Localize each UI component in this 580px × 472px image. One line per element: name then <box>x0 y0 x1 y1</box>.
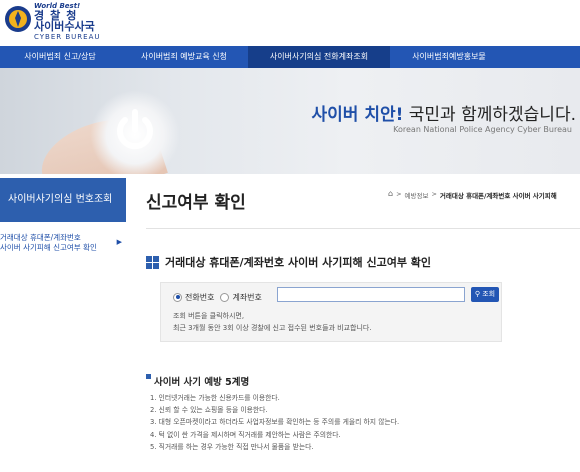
title-divider <box>146 228 580 229</box>
radio-account[interactable]: 계좌번호 <box>220 292 262 303</box>
radio-account-label: 계좌번호 <box>232 292 262 302</box>
cyber-bureau-logo[interactable]: World Best! 경찰청 사이버수사국 CYBER BUREAU <box>4 2 114 44</box>
banner-title-highlight: 사이버 치안! <box>311 105 404 125</box>
banner-title-rest: 국민과 함께하겠습니다. <box>403 105 576 125</box>
search-icon: ⚲ <box>474 290 480 298</box>
arrow-right-icon: ▶ <box>116 238 122 246</box>
breadcrumb-separator: > <box>396 190 402 198</box>
section-title-text: 거래대상 휴대폰/계좌번호 사이버 사기피해 신고여부 확인 <box>165 256 432 269</box>
tips-title-text: 사이버 사기 예방 5계명 <box>154 377 250 388</box>
sidebar-item-line2: 사이버 사기피해 신고여부 확인 <box>0 243 97 252</box>
list-item: 4. 턱 없이 싼 가격을 제시하며 직거래를 제안하는 사람은 주의한다. <box>150 430 341 439</box>
number-input[interactable] <box>277 287 465 302</box>
lookup-button-label: 조회 <box>482 290 496 298</box>
sidebar-item-label: 거래대상 휴대폰/계좌번호 사이버 사기피해 신고여부 확인 <box>0 233 112 253</box>
lookup-note-line2: 최근 3개월 동안 3회 이상 경찰에 신고 접수된 번호들과 비교합니다. <box>173 324 372 332</box>
lookup-button[interactable]: ⚲ 조회 <box>471 287 499 302</box>
nav-item-education[interactable]: 사이버범죄 예방교육 신청 <box>120 46 248 68</box>
logo-sub-text: 사이버수사국 <box>34 20 95 33</box>
power-icon <box>117 109 153 150</box>
sidebar-heading: 사이버사기의심 번호조회 <box>0 178 126 222</box>
lookup-note: 조회 버튼을 클릭하시면, 최근 3개월 동안 3회 이상 경찰에 신고 접수된… <box>173 310 372 334</box>
home-icon[interactable]: ⌂ <box>388 190 393 200</box>
radio-phone[interactable]: 전화번호 <box>173 292 214 303</box>
breadcrumb: ⌂ > 예방정보 > 거래대상 휴대폰/계좌번호 사이버 사기피해 <box>388 190 580 200</box>
list-item: 5. 직거래를 하는 경우 가능한 직접 만나서 물품을 받는다. <box>150 442 314 451</box>
list-item: 3. 대형 오픈마켓이라고 하더라도 사업자정보를 확인하는 등 주의를 게을리… <box>150 418 400 427</box>
breadcrumb-current: 거래대상 휴대폰/계좌번호 사이버 사기피해 <box>439 192 557 200</box>
search-type-options: 전화번호 계좌번호 <box>161 289 262 305</box>
tips-list: 1. 인터넷거래는 가능한 신용카드를 이용한다. 2. 신뢰 할 수 있는 쇼… <box>150 392 399 453</box>
police-emblem-icon <box>5 6 31 32</box>
tips-title: 사이버 사기 예방 5계명 <box>146 374 249 388</box>
banner-title: 사이버 치안! 국민과 함께하겠습니다. <box>312 100 577 125</box>
nav-item-promo[interactable]: 사이버범죄예방홍보물 <box>390 46 508 68</box>
breadcrumb-separator: > <box>431 190 437 198</box>
section-title: 거래대상 휴대폰/계좌번호 사이버 사기피해 신고여부 확인 <box>146 254 431 270</box>
nav-item-report[interactable]: 사이버범죄 신고/상담 <box>0 46 120 68</box>
nav-item-fraud-lookup[interactable]: 사이버사기의심 전화계좌조회 <box>248 46 390 68</box>
main-nav: 사이버범죄 신고/상담 사이버범죄 예방교육 신청 사이버사기의심 전화계좌조회… <box>0 46 580 68</box>
list-item: 2. 신뢰 할 수 있는 쇼핑몰 등을 이용한다. <box>150 406 268 415</box>
radio-unchecked-icon[interactable] <box>220 292 230 302</box>
radio-phone-label: 전화번호 <box>185 292 215 302</box>
radio-checked-icon[interactable] <box>173 292 182 302</box>
banner-subtitle: Korean National Police Agency Cyber Bure… <box>393 125 572 134</box>
lookup-form: 전화번호 계좌번호 ⚲ 조회 조회 버튼을 클릭하시면, 최근 3개월 동안 3… <box>160 282 502 342</box>
lookup-note-line1: 조회 버튼을 클릭하시면, <box>173 312 245 320</box>
list-item: 1. 인터넷거래는 가능한 신용카드를 이용한다. <box>150 394 280 402</box>
breadcrumb-parent[interactable]: 예방정보 <box>405 190 429 200</box>
grid-icon <box>146 255 159 269</box>
sidebar-item-fraud-check[interactable]: 거래대상 휴대폰/계좌번호 사이버 사기피해 신고여부 확인 ▶ <box>0 230 126 258</box>
sidebar-item-line1: 거래대상 휴대폰/계좌번호 <box>0 233 81 242</box>
site-header: World Best! 경찰청 사이버수사국 CYBER BUREAU <box>0 0 580 46</box>
hero-banner: 사이버 치안! 국민과 함께하겠습니다. Korean National Pol… <box>0 68 580 174</box>
logo-english-text: CYBER BUREAU <box>34 33 101 41</box>
square-bullet-icon <box>146 374 151 379</box>
page-title: 신고여부 확인 <box>146 193 246 213</box>
